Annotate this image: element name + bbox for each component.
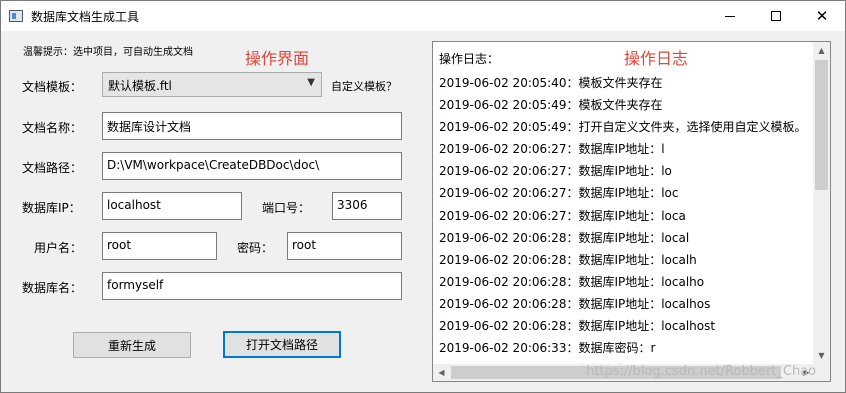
- username-input[interactable]: root: [102, 232, 217, 260]
- scroll-up-icon[interactable]: ▲: [813, 42, 830, 59]
- log-line: 2019-06-02 20:06:28：数据库IP地址：local: [439, 230, 690, 245]
- log-line: 2019-06-02 20:06:28：数据库IP地址：localho: [439, 274, 705, 289]
- log-panel[interactable]: 操作日志： 2019-06-02 20:05:40：模板文件夹存在 2019-06…: [432, 41, 831, 382]
- log-list: 2019-06-02 20:05:40：模板文件夹存在 2019-06-02 20…: [439, 72, 814, 381]
- close-icon: ✕: [815, 6, 829, 25]
- title-bar[interactable]: 数据库文档生成工具 ✕: [1, 1, 845, 31]
- template-select-value: 默认模板.ftl: [108, 79, 172, 93]
- template-select[interactable]: 默认模板.ftl ▼: [102, 72, 322, 97]
- password-label: 密码：: [237, 241, 274, 255]
- app-icon: [9, 10, 23, 22]
- maximize-icon: [771, 11, 781, 21]
- log-header: 操作日志：: [439, 52, 500, 66]
- port-label: 端口号：: [262, 201, 311, 215]
- log-line: 2019-06-02 20:05:49：模板文件夹存在: [439, 98, 663, 113]
- db-ip-label: 数据库IP：: [22, 201, 81, 215]
- doc-name-input[interactable]: 数据库设计文档: [102, 112, 402, 140]
- log-line: 2019-06-02 20:06:27：数据库IP地址：l: [439, 142, 665, 157]
- template-label: 文档模板：: [22, 80, 83, 94]
- app-window: 数据库文档生成工具 ✕ 温馨提示：选中项目，可自动生成文档 操作界面 文档模板：…: [0, 0, 846, 393]
- form-section-label: 操作界面: [245, 49, 310, 68]
- username-label: 用户名：: [34, 241, 83, 255]
- log-line: 2019-06-02 20:06:28：数据库IP地址：localhost: [439, 319, 716, 334]
- log-line: 2019-06-02 20:05:49：打开自定义文件夹，选择使用自定义模板。: [439, 120, 807, 135]
- log-section-label: 操作日志: [624, 49, 689, 68]
- maximize-button[interactable]: [753, 1, 799, 31]
- tip-text: 温馨提示：选中项目，可自动生成文档: [23, 47, 193, 58]
- log-line: 2019-06-02 20:06:33：数据库密码：r: [439, 341, 656, 356]
- close-button[interactable]: ✕: [799, 1, 845, 31]
- doc-path-input[interactable]: D:\VM\workpace\CreateDBDoc\doc\: [102, 152, 402, 180]
- chevron-down-icon: ▼: [307, 77, 315, 88]
- port-input[interactable]: 3306: [332, 192, 402, 220]
- log-line: 2019-06-02 20:06:28：数据库IP地址：localhos: [439, 296, 711, 311]
- scroll-left-icon[interactable]: ◀: [433, 364, 450, 381]
- watermark: https://blog.csdn.net/Robbert_Chao: [586, 364, 817, 379]
- minimize-button[interactable]: [707, 1, 753, 31]
- db-name-label: 数据库名：: [22, 281, 83, 295]
- password-input[interactable]: root: [287, 232, 402, 260]
- regenerate-button[interactable]: 重新生成: [73, 332, 191, 358]
- doc-name-label: 文档名称：: [22, 121, 83, 135]
- vertical-scroll-thumb[interactable]: [815, 60, 828, 190]
- scroll-down-icon[interactable]: ▼: [813, 347, 830, 364]
- log-line: 2019-06-02 20:06:27：数据库IP地址：loca: [439, 208, 686, 223]
- log-line: 2019-06-02 20:06:27：数据库IP地址：lo: [439, 164, 672, 179]
- custom-template-link[interactable]: 自定义模板？: [331, 78, 397, 94]
- vertical-scrollbar[interactable]: ▲ ▼: [813, 42, 830, 364]
- log-line: 2019-06-02 20:05:40：模板文件夹存在: [439, 76, 663, 90]
- open-path-button[interactable]: 打开文档路径: [223, 331, 341, 358]
- log-line: 2019-06-02 20:06:27：数据库IP地址：loc: [439, 186, 679, 201]
- minimize-icon: [725, 15, 735, 17]
- doc-path-label: 文档路径：: [22, 161, 83, 175]
- db-ip-input[interactable]: localhost: [102, 192, 242, 220]
- window-title: 数据库文档生成工具: [31, 10, 140, 24]
- db-name-input[interactable]: formyself: [102, 272, 402, 300]
- log-line: 2019-06-02 20:06:28：数据库IP地址：localh: [439, 252, 697, 267]
